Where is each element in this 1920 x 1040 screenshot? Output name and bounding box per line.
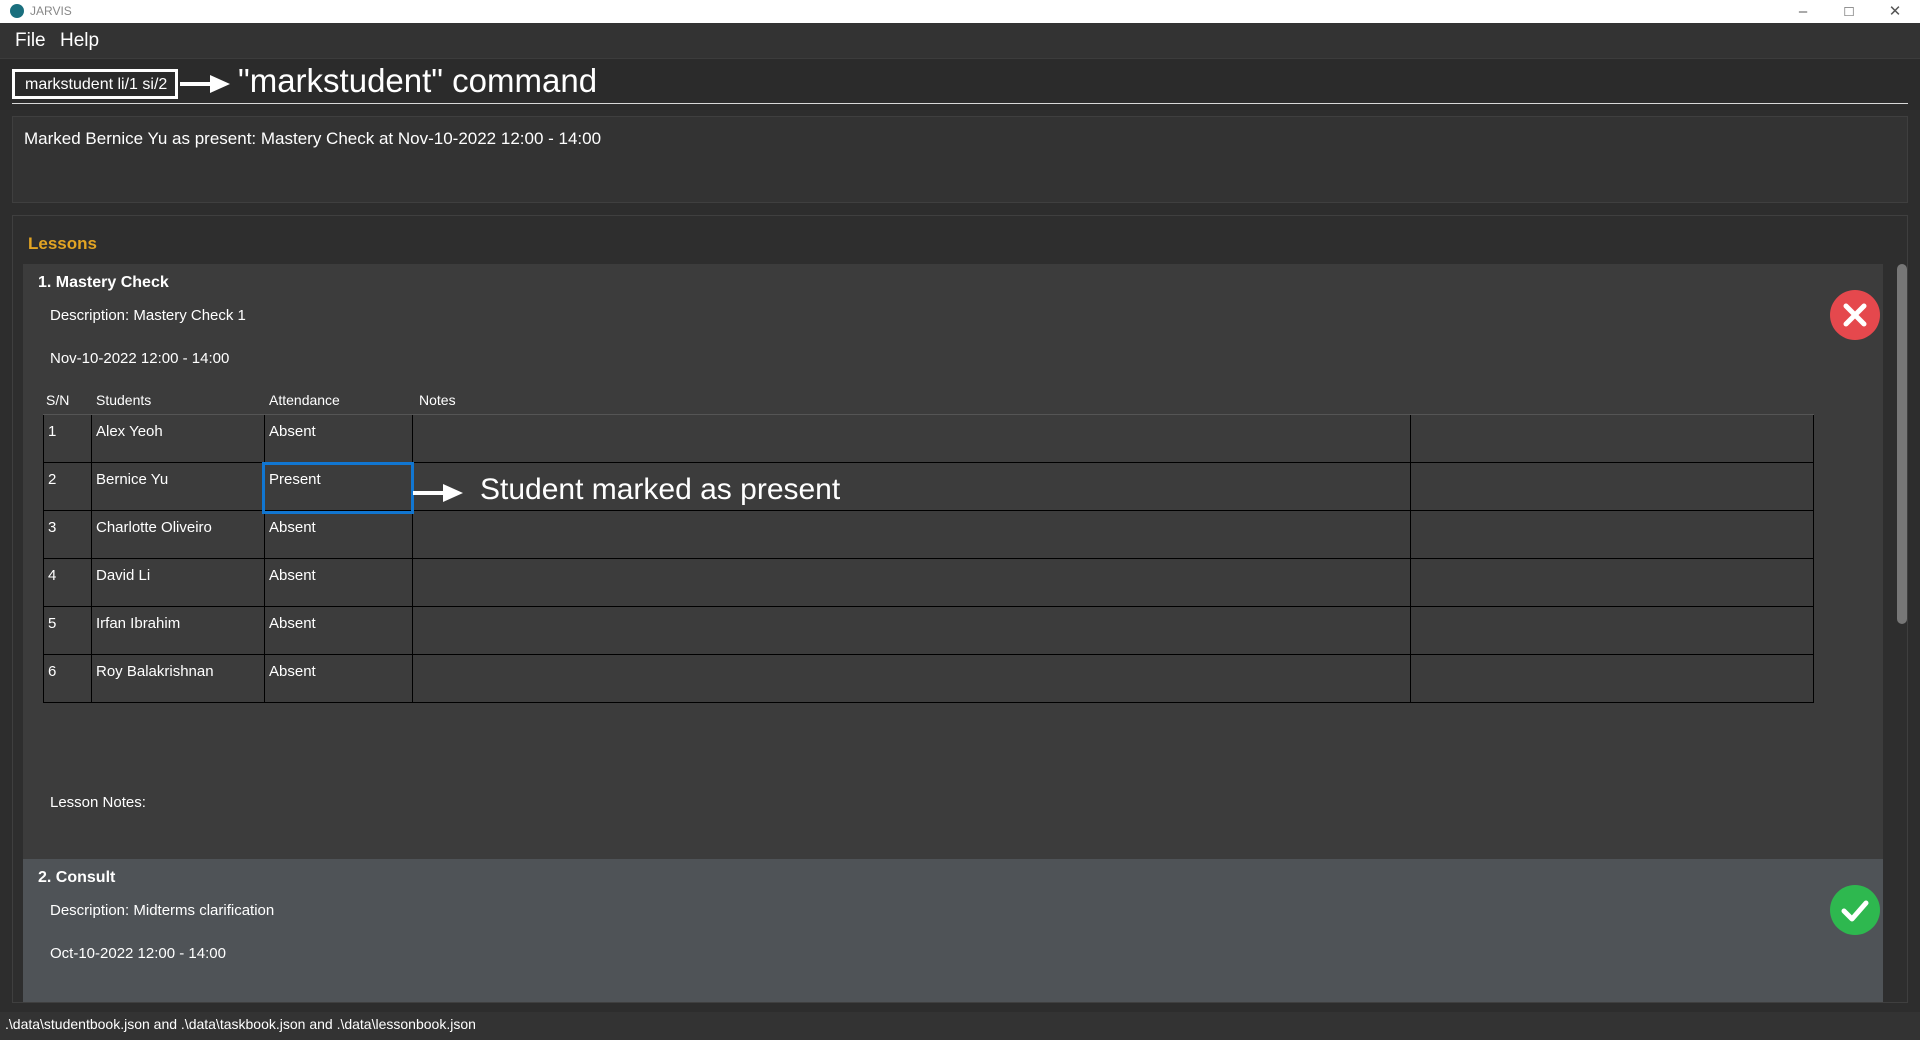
- result-message: Marked Bernice Yu as present: Mastery Ch…: [24, 129, 602, 148]
- title-bar: JARVIS – □ ✕: [0, 0, 1920, 23]
- lesson-description: Description: Mastery Check 1: [50, 307, 246, 324]
- cell-attendance: Absent: [265, 607, 413, 654]
- cell-attendance: Absent: [265, 511, 413, 558]
- window-title: JARVIS: [30, 4, 72, 18]
- annotation-arrow-head-command: [210, 75, 230, 93]
- annotation-arrow-head-present: [443, 484, 463, 502]
- cell-notes: [413, 415, 1411, 462]
- cell-student: Roy Balakrishnan: [92, 655, 265, 702]
- table-row[interactable]: 5 Irfan Ibrahim Absent: [43, 607, 1814, 655]
- command-input[interactable]: markstudent li/1 si/2: [12, 69, 178, 99]
- lesson-title: 2. Consult: [38, 869, 116, 886]
- present-highlight-box: [262, 462, 414, 514]
- lesson-notes-label: Lesson Notes:: [50, 794, 146, 811]
- cell-sn: 5: [44, 607, 92, 654]
- cell-sn: 2: [44, 463, 92, 510]
- cell-notes: [413, 559, 1411, 606]
- menu-bar: File Help: [0, 23, 1920, 59]
- command-input-underline: [12, 103, 1908, 104]
- lesson-description: Description: Midterms clarification: [50, 902, 275, 919]
- command-input-text: markstudent li/1 si/2: [25, 76, 168, 93]
- cell-attendance: Absent: [265, 655, 413, 702]
- cell-extra: [1411, 511, 1813, 558]
- cell-student: Irfan Ibrahim: [92, 607, 265, 654]
- cell-extra: [1411, 415, 1813, 462]
- lessons-heading: Lessons: [28, 234, 97, 253]
- table-row[interactable]: 3 Charlotte Oliveiro Absent: [43, 511, 1814, 559]
- cell-extra: [1411, 559, 1813, 606]
- table-row[interactable]: 6 Roy Balakrishnan Absent: [43, 655, 1814, 703]
- x-icon: [1830, 290, 1880, 340]
- cell-attendance: Absent: [265, 559, 413, 606]
- lessons-scrollbar[interactable]: [1897, 264, 1907, 624]
- check-icon: [1830, 885, 1880, 935]
- header-notes: Notes: [419, 392, 456, 408]
- cell-student: Alex Yeoh: [92, 415, 265, 462]
- table-row[interactable]: 1 Alex Yeoh Absent: [43, 415, 1814, 463]
- close-window-icon[interactable]: ✕: [1872, 0, 1918, 23]
- lesson-card[interactable]: 1. Mastery Check Description: Mastery Ch…: [23, 264, 1883, 859]
- lesson-datetime: Nov-10-2022 12:00 - 14:00: [50, 350, 230, 367]
- annotation-arrow-command: [180, 82, 210, 86]
- cell-student: David Li: [92, 559, 265, 606]
- maximize-icon[interactable]: □: [1826, 0, 1872, 23]
- header-sn: S/N: [46, 392, 70, 408]
- cell-sn: 3: [44, 511, 92, 558]
- table-header: S/N Students Attendance Notes: [43, 392, 1814, 415]
- lesson-card[interactable]: 2. Consult Description: Midterms clarifi…: [23, 859, 1883, 1002]
- annotation-command-label: "markstudent" command: [238, 62, 598, 99]
- cell-sn: 4: [44, 559, 92, 606]
- cell-notes: [413, 511, 1411, 558]
- annotation-present-label: Student marked as present: [480, 473, 841, 506]
- lesson-datetime: Oct-10-2022 12:00 - 14:00: [50, 945, 226, 962]
- lessons-panel: Lessons 1. Mastery Check Description: Ma…: [12, 215, 1908, 1003]
- status-bar-path: .\data\studentbook.json and .\data\taskb…: [5, 1016, 476, 1032]
- cell-notes: [413, 607, 1411, 654]
- attendance-table: S/N Students Attendance Notes 1 Alex Yeo…: [43, 392, 1814, 703]
- app-icon: [10, 4, 24, 18]
- table-row[interactable]: 4 David Li Absent: [43, 559, 1814, 607]
- cell-notes: [413, 655, 1411, 702]
- cell-extra: [1411, 463, 1813, 510]
- cell-sn: 1: [44, 415, 92, 462]
- result-display: Marked Bernice Yu as present: Mastery Ch…: [12, 116, 1908, 203]
- cell-student: Charlotte Oliveiro: [92, 511, 265, 558]
- menu-file[interactable]: File: [15, 30, 46, 52]
- lesson-title: 1. Mastery Check: [38, 274, 169, 291]
- minimize-icon[interactable]: –: [1780, 0, 1826, 23]
- cell-student: Bernice Yu: [92, 463, 265, 510]
- cell-extra: [1411, 607, 1813, 654]
- cell-extra: [1411, 655, 1813, 702]
- cell-attendance: Absent: [265, 415, 413, 462]
- status-bar: .\data\studentbook.json and .\data\taskb…: [0, 1012, 1920, 1040]
- header-attendance: Attendance: [269, 392, 340, 408]
- cell-sn: 6: [44, 655, 92, 702]
- header-students: Students: [96, 392, 152, 408]
- annotation-arrow-present: [413, 491, 443, 495]
- menu-help[interactable]: Help: [60, 30, 99, 52]
